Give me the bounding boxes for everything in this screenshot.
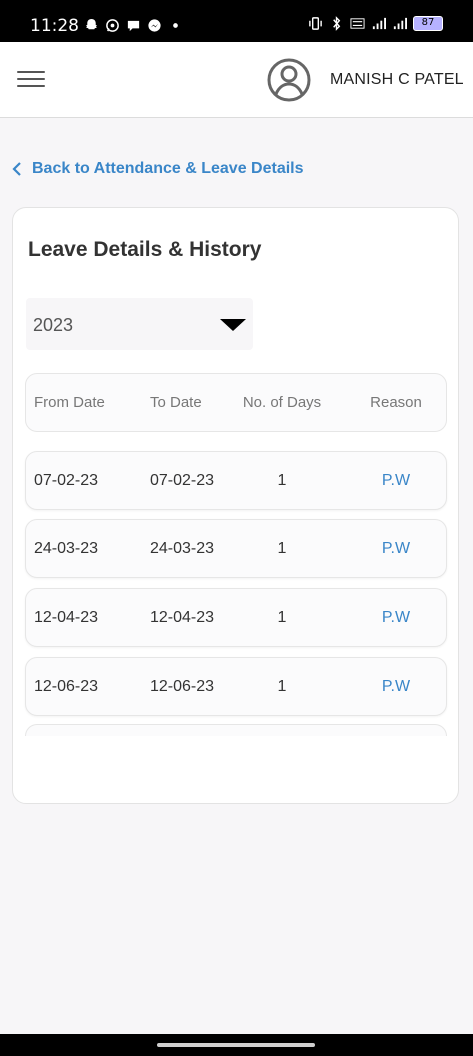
from-date: 07-02-23: [34, 471, 99, 489]
chevron-left-icon: [12, 162, 21, 176]
dot-icon: [173, 23, 178, 28]
from-date: 12-06-23: [34, 677, 99, 695]
whatsapp-icon: [106, 19, 119, 32]
to-date: 24-03-23: [150, 539, 215, 557]
number-of-days: 1: [277, 539, 287, 557]
status-time: 11:28: [30, 16, 79, 36]
system-icons: 87: [308, 16, 443, 31]
number-of-days: 1: [277, 471, 287, 489]
reason-link[interactable]: P.W: [356, 589, 436, 646]
system-navigation-bar: [0, 1034, 473, 1056]
number-of-days: 1: [277, 608, 287, 626]
table-row[interactable]: 24-03-23 24-03-23 1 P.W: [25, 519, 447, 578]
caret-down-icon: [220, 319, 246, 331]
bluetooth-icon: [333, 16, 341, 31]
battery-level: 87: [421, 17, 435, 28]
year-dropdown[interactable]: 2023: [26, 298, 253, 350]
from-date: 12-04-23: [34, 608, 99, 626]
volte-icon: [350, 18, 365, 29]
status-bar: 11:28 87: [0, 0, 473, 42]
table-row-partial: [25, 724, 447, 736]
column-header-reason: Reason: [370, 394, 422, 411]
number-of-days: 1: [277, 677, 287, 695]
5g-signal-icon: [372, 17, 386, 30]
to-date: 12-06-23: [150, 677, 215, 695]
to-date: 07-02-23: [150, 471, 215, 489]
snapchat-icon: [85, 18, 98, 30]
vibrate-icon: [309, 17, 322, 30]
user-name[interactable]: MANISH C PATEL: [330, 71, 464, 89]
user-avatar-icon[interactable]: [267, 56, 311, 104]
messenger-icon: [148, 19, 161, 32]
hamburger-icon[interactable]: [17, 71, 45, 87]
notification-icons: [84, 18, 183, 33]
signal-icon: [393, 17, 407, 30]
reason-link[interactable]: P.W: [356, 452, 436, 509]
leave-details-card: Leave Details & History 2023 From Date T…: [12, 207, 459, 804]
chat-icon: [127, 20, 140, 32]
back-link-label: Back to Attendance & Leave Details: [32, 160, 304, 177]
app-header: MANISH C PATEL: [0, 42, 473, 118]
to-date: 12-04-23: [150, 608, 215, 626]
column-header-from-date: From Date: [34, 394, 105, 411]
battery-indicator: 87: [413, 16, 443, 31]
table-header: From Date To Date No. of Days Reason: [25, 373, 447, 432]
table-row[interactable]: 12-06-23 12-06-23 1 P.W: [25, 657, 447, 716]
reason-link[interactable]: P.W: [356, 658, 436, 715]
back-to-attendance-link[interactable]: Back to Attendance & Leave Details: [12, 160, 304, 178]
column-header-days: No. of Days: [242, 394, 322, 411]
reason-link[interactable]: P.W: [356, 520, 436, 577]
table-row[interactable]: 07-02-23 07-02-23 1 P.W: [25, 451, 447, 510]
home-indicator[interactable]: [157, 1043, 315, 1047]
table-row[interactable]: 12-04-23 12-04-23 1 P.W: [25, 588, 447, 647]
card-title: Leave Details & History: [28, 238, 262, 261]
from-date: 24-03-23: [34, 539, 99, 557]
column-header-to-date: To Date: [150, 394, 202, 411]
year-value: 2023: [33, 315, 74, 335]
